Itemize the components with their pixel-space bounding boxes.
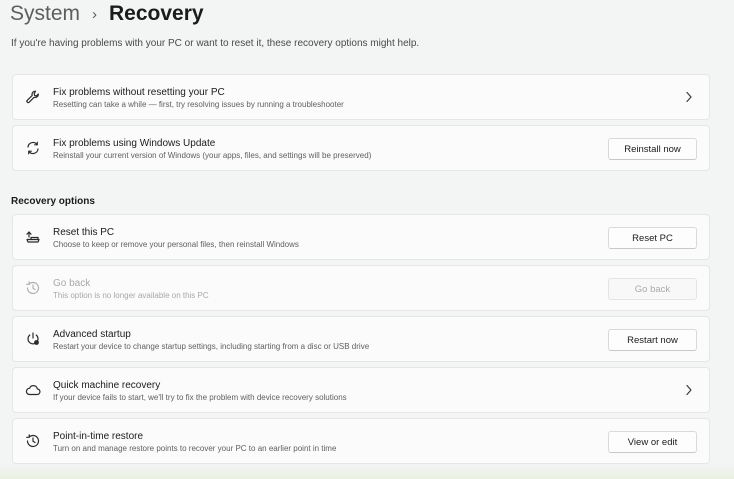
view-or-edit-button[interactable]: View or edit (608, 431, 697, 453)
advanced-startup-card: Advanced startup Restart your device to … (12, 316, 710, 362)
wrench-icon (24, 88, 42, 106)
go-back-card: Go back This option is no longer availab… (12, 265, 710, 311)
breadcrumb-separator: › (92, 5, 98, 23)
card-title: Fix problems without resetting your PC (53, 87, 225, 98)
breadcrumb-system-link[interactable]: System (10, 2, 80, 26)
reset-pc-icon (24, 228, 42, 246)
history-icon (24, 279, 42, 297)
card-description: Reinstall your current version of Window… (53, 151, 372, 160)
recovery-options-header: Recovery options (11, 196, 95, 207)
bottom-edge-shading (0, 465, 734, 479)
reset-pc-card: Reset this PC Choose to keep or remove y… (12, 214, 710, 260)
card-description: Turn on and manage restore points to rec… (53, 444, 337, 453)
card-description: This option is no longer available on th… (53, 291, 209, 300)
refresh-icon (24, 139, 42, 157)
chevron-right-icon[interactable] (683, 90, 695, 104)
card-description: If your device fails to start, we'll try… (53, 393, 347, 402)
reset-pc-button[interactable]: Reset PC (608, 227, 697, 249)
chevron-right-icon[interactable] (683, 383, 695, 397)
go-back-button: Go back (608, 278, 697, 300)
windows-update-fix-card: Fix problems using Windows Update Reinst… (12, 125, 710, 171)
card-title: Advanced startup (53, 329, 131, 340)
restore-icon (24, 432, 42, 450)
card-title: Fix problems using Windows Update (53, 138, 216, 149)
fix-without-reset-card[interactable]: Fix problems without resetting your PC R… (12, 74, 710, 120)
card-title: Quick machine recovery (53, 380, 161, 391)
advanced-startup-icon (24, 330, 42, 348)
page-title: Recovery (109, 2, 204, 25)
reinstall-now-button[interactable]: Reinstall now (608, 138, 697, 160)
card-title: Point-in-time restore (53, 431, 144, 442)
page-subtitle: If you're having problems with your PC o… (11, 38, 420, 49)
card-description: Restart your device to change startup se… (53, 342, 370, 351)
breadcrumb: System › Recovery (10, 0, 204, 28)
cloud-icon (24, 381, 42, 399)
card-title: Reset this PC (53, 227, 115, 238)
card-description: Choose to keep or remove your personal f… (53, 240, 299, 249)
point-in-time-restore-card: Point-in-time restore Turn on and manage… (12, 418, 710, 464)
card-description: Resetting can take a while — first, try … (53, 100, 344, 109)
restart-now-button[interactable]: Restart now (608, 329, 697, 351)
quick-machine-recovery-card[interactable]: Quick machine recovery If your device fa… (12, 367, 710, 413)
card-title: Go back (53, 278, 91, 289)
